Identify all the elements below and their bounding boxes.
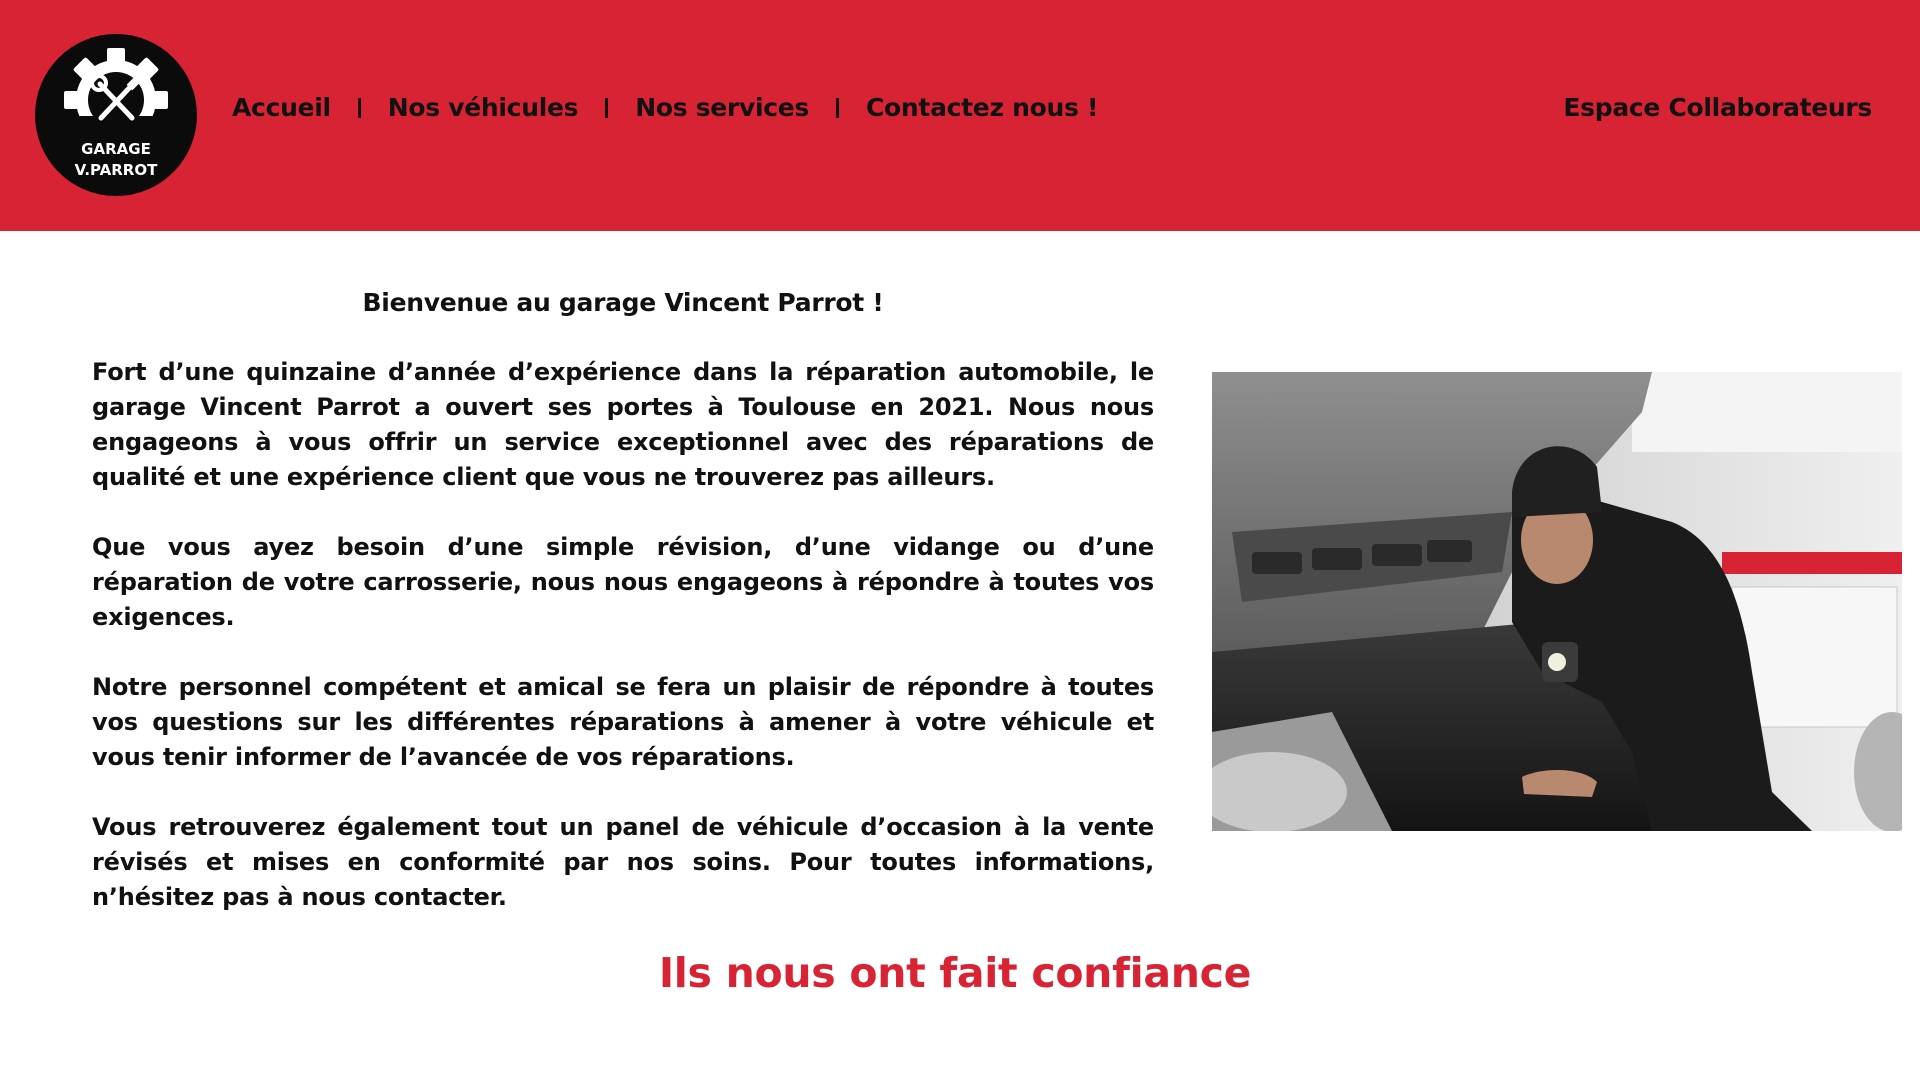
welcome-title: Bienvenue au garage Vincent Parrot ! [362, 288, 884, 317]
site-header: GARAGE V.PARROT Accueil Nos véhicules No… [0, 0, 1920, 231]
logo-text-name: V.PARROT [74, 161, 158, 179]
nav-item-services[interactable]: Nos services [635, 90, 809, 126]
nav-item-accueil[interactable]: Accueil [232, 90, 331, 126]
nav-separator [836, 98, 839, 118]
nav-separator [605, 98, 609, 118]
nav-item-vehicules[interactable]: Nos véhicules [388, 90, 579, 126]
main-nav: Accueil Nos véhicules Nos services Conta… [232, 90, 1098, 126]
intro-paragraph: Vous retrouverez également tout un panel… [92, 813, 1154, 911]
mechanic-under-car-hood-photo [1212, 372, 1902, 831]
intro-paragraph: Que vous ayez besoin d’une simple révisi… [92, 533, 1154, 631]
garage-logo[interactable]: GARAGE V.PARROT [35, 34, 197, 196]
intro-text: Fort d’une quinzaine d’année d’expérienc… [92, 355, 1154, 950]
intro-paragraph: Fort d’une quinzaine d’année d’expérienc… [92, 358, 1154, 491]
staff-area-link[interactable]: Espace Collaborateurs [1563, 90, 1872, 126]
testimonials-title: Ils nous ont fait confiance [658, 949, 1252, 997]
gear-wrench-screwdriver-icon [56, 48, 176, 148]
nav-separator [357, 98, 361, 118]
logo-text-garage: GARAGE [81, 140, 151, 158]
nav-item-contact[interactable]: Contactez nous ! [866, 90, 1098, 126]
intro-paragraph: Notre personnel compétent et amical se f… [92, 673, 1154, 771]
